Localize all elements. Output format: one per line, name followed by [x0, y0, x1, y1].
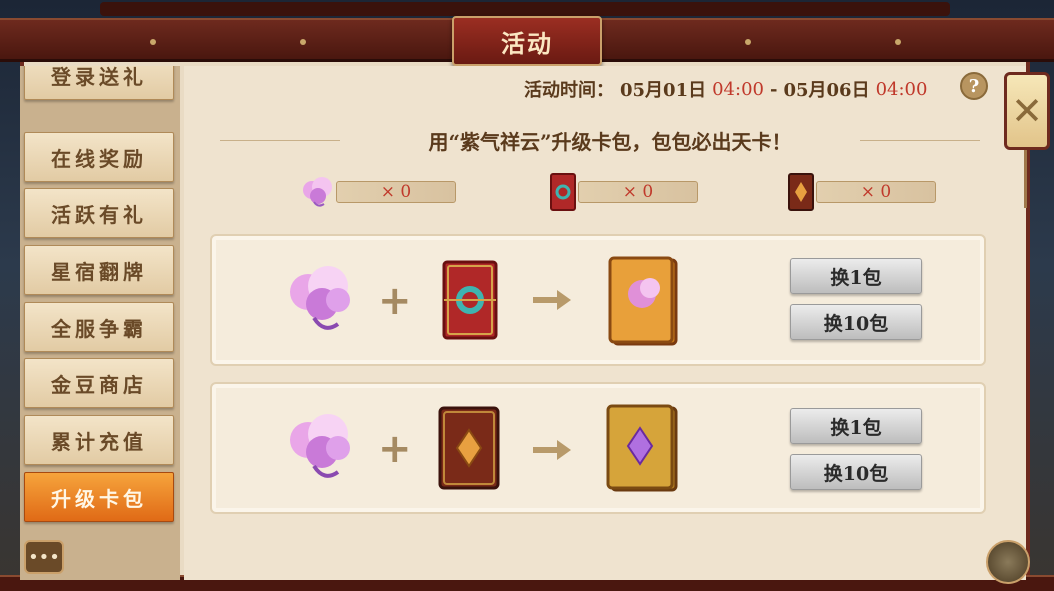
chat-button[interactable]: •••	[24, 540, 64, 574]
brown-card-pack-icon	[788, 173, 814, 211]
counter-pill: × 0	[578, 181, 698, 203]
ornament-dot	[300, 39, 306, 45]
plus-sign: +	[378, 426, 412, 472]
time-separator: -	[769, 78, 778, 100]
start-time: 04:00	[712, 78, 764, 100]
menu-orb-button[interactable]	[986, 540, 1030, 584]
purple-cloud-icon	[303, 177, 332, 207]
close-button[interactable]: ✕	[1004, 72, 1050, 150]
ornament-dot	[745, 39, 751, 45]
sidebar-item-label: 金豆商店	[51, 372, 147, 397]
exchange-10-button[interactable]: 换10包	[790, 304, 922, 340]
sidebar-item-active-gift[interactable]: 活跃有礼	[24, 188, 174, 238]
divider-right	[860, 140, 980, 141]
button-label: 换10包	[823, 312, 889, 335]
brown-card-pack-icon	[438, 406, 500, 490]
sidebar-item-login-gift[interactable]: 登录送礼	[24, 66, 174, 100]
sidebar-item-label: 全服争霸	[51, 316, 147, 341]
start-date: 05月01日	[620, 80, 707, 101]
counter-cloud: × 0	[300, 177, 456, 207]
sidebar-item-server-battle[interactable]: 全服争霸	[24, 302, 174, 352]
exchange-1-button[interactable]: 换1包	[790, 408, 922, 444]
sidebar-item-recharge[interactable]: 累计充值	[24, 415, 174, 465]
chat-icon: •••	[28, 546, 60, 568]
sidebar-item-label: 在线奖励	[51, 146, 147, 171]
sidebar-item-online-reward[interactable]: 在线奖励	[24, 132, 174, 182]
red-card-pack-icon	[550, 173, 576, 211]
button-label: 换10包	[823, 462, 889, 485]
gold-card-pack-icon	[606, 404, 678, 492]
arrow-right-icon	[533, 290, 571, 310]
button-label: 换1包	[830, 416, 882, 439]
title-plate: 活动	[452, 16, 602, 66]
end-date: 05月06日	[783, 80, 870, 101]
red-card-pack-icon	[442, 260, 498, 340]
purple-cloud-icon	[290, 414, 350, 478]
help-button[interactable]: ?	[960, 72, 988, 100]
sidebar-item-label: 累计充值	[51, 429, 147, 454]
sidebar-item-star-flip[interactable]: 星宿翻牌	[24, 245, 174, 295]
close-icon: ✕	[1011, 89, 1043, 133]
event-time: 活动时间： 05月01日 04:00 - 05月06日 04:00	[524, 76, 927, 102]
sidebar-item-label: 登录送礼	[51, 66, 147, 89]
sidebar-item-label: 星宿翻牌	[51, 259, 147, 284]
time-label: 活动时间：	[524, 80, 614, 101]
exchange-10-button[interactable]: 换10包	[790, 454, 922, 490]
sidebar-item-upgrade-pack[interactable]: 升级卡包	[24, 472, 174, 522]
counter-brown-pack: × 0	[786, 173, 936, 211]
ornament-dot	[895, 39, 901, 45]
ornament-dot	[150, 39, 156, 45]
sidebar-item-label: 活跃有礼	[51, 202, 147, 227]
arrow-right-icon	[533, 440, 571, 460]
help-icon: ?	[968, 75, 980, 97]
counter-pill: × 0	[336, 181, 456, 203]
gold-card-pack-icon	[608, 256, 678, 346]
sidebar-item-label: 升级卡包	[51, 486, 147, 511]
end-time: 04:00	[875, 78, 928, 100]
lantern-string	[1024, 150, 1027, 208]
counter-red-pack: × 0	[548, 173, 698, 211]
purple-cloud-icon	[290, 266, 350, 330]
sidebar[interactable]: 登录送礼 在线奖励 活跃有礼 星宿翻牌 全服争霸 金豆商店 累计充值 升级卡包	[20, 66, 180, 580]
plus-sign: +	[378, 278, 412, 324]
exchange-1-button[interactable]: 换1包	[790, 258, 922, 294]
sidebar-item-gold-shop[interactable]: 金豆商店	[24, 358, 174, 408]
window-title: 活动	[501, 28, 553, 58]
button-label: 换1包	[830, 266, 882, 289]
counter-pill: × 0	[816, 181, 936, 203]
top-cap	[100, 2, 950, 16]
